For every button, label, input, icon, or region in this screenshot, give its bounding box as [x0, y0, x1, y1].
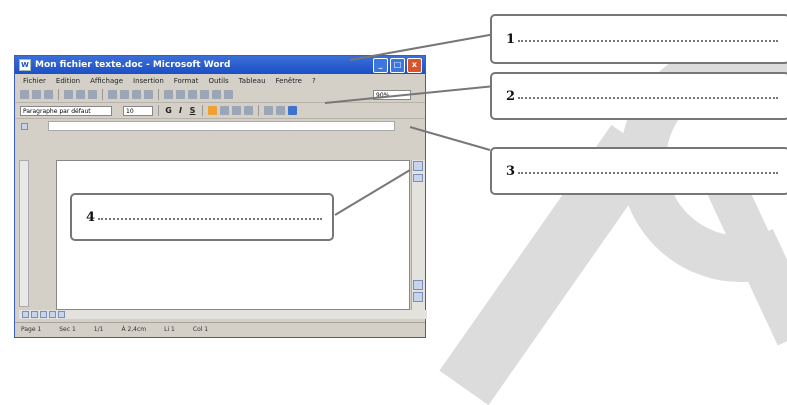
answer-blank [518, 40, 778, 42]
leader-line-4 [334, 169, 411, 216]
callout-number: 1 [506, 31, 516, 47]
callout-3: 3 [490, 147, 787, 195]
callout-1: 1 [490, 14, 787, 64]
leader-line-3 [409, 126, 491, 151]
callout-2: 2 [490, 72, 787, 120]
answer-blank [518, 97, 778, 99]
callout-number: 4 [86, 209, 96, 225]
leader-line-1 [349, 33, 496, 61]
callout-4: 4 [70, 193, 334, 241]
answer-blank [518, 172, 778, 174]
callout-number: 2 [506, 88, 516, 104]
callout-number: 3 [506, 163, 516, 179]
answer-blank [98, 218, 322, 220]
leader-line-2 [324, 85, 496, 104]
